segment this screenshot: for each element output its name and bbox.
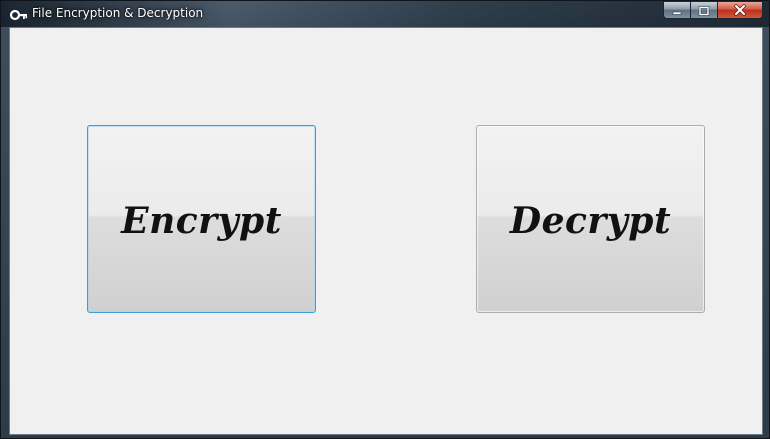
caption-buttons bbox=[663, 1, 763, 19]
title-bar[interactable]: File Encryption & Decryption bbox=[1, 1, 769, 27]
app-window: File Encryption & Decryption Encrypt Dec… bbox=[0, 0, 770, 439]
maximize-button[interactable] bbox=[690, 1, 717, 19]
main-panel: Encrypt Decrypt bbox=[9, 27, 763, 435]
close-icon bbox=[733, 1, 747, 20]
window-title: File Encryption & Decryption bbox=[32, 6, 204, 20]
minimize-button[interactable] bbox=[663, 1, 690, 19]
encrypt-button-label: Encrypt bbox=[121, 200, 282, 242]
close-button[interactable] bbox=[717, 1, 763, 19]
decrypt-button[interactable]: Decrypt bbox=[476, 125, 705, 313]
minimize-icon bbox=[671, 1, 683, 20]
decrypt-button-label: Decrypt bbox=[509, 200, 672, 242]
encrypt-button[interactable]: Encrypt bbox=[87, 125, 316, 313]
key-icon bbox=[9, 7, 28, 21]
maximize-icon bbox=[698, 1, 710, 20]
